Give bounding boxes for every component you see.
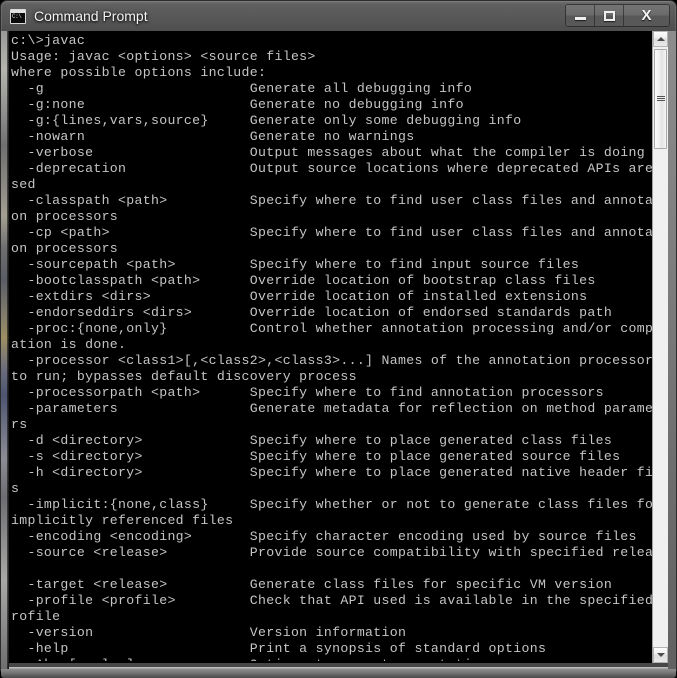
console-line: -d <directory> Specify where to place ge… <box>11 433 613 448</box>
minimize-button[interactable] <box>566 5 595 26</box>
close-icon: X <box>641 7 652 24</box>
console-line: -bootclasspath <path> Override location … <box>11 273 596 288</box>
title-bar[interactable]: C:\ Command Prompt X <box>1 1 676 31</box>
console-line: on processors <box>11 209 119 224</box>
console-line: -proc:{none,only} Control whether annota… <box>11 321 652 336</box>
console-line: -g:none Generate no debugging info <box>11 97 464 112</box>
console-line: where possible options include: <box>11 65 267 80</box>
console-line: -help Print a synopsis of standard optio… <box>11 641 547 656</box>
console-line: -processorpath <path> Specify where to f… <box>11 385 604 400</box>
chevron-down-icon <box>656 653 665 657</box>
console-client-area[interactable]: c:\>javac Usage: javac <options> <source … <box>9 31 668 663</box>
console-line: -g Generate all debugging info <box>11 81 473 96</box>
console-line: s <box>11 481 20 496</box>
console-line: -g:{lines,vars,source} Generate only som… <box>11 113 522 128</box>
console-line: c:\>javac <box>11 33 86 48</box>
console-line: -verbose Output messages about what the … <box>11 145 646 160</box>
console-line: -endorseddirs <dirs> Override location o… <box>11 305 613 320</box>
console-line: -classpath <path> Specify where to find … <box>11 193 652 208</box>
console-line: on processors <box>11 241 119 256</box>
console-output: c:\>javac Usage: javac <options> <source … <box>11 33 652 661</box>
chevron-up-icon <box>656 37 665 41</box>
console-line: Usage: javac <options> <source files> <box>11 49 316 64</box>
window-title: Command Prompt <box>34 8 148 24</box>
scrollbar-grip-icon <box>656 96 665 102</box>
console-line: -sourcepath <path> Specify where to find… <box>11 257 580 272</box>
console-line: -source <release> Provide source compati… <box>11 545 652 560</box>
window-frame-right-edge <box>668 31 676 670</box>
scroll-down-button[interactable] <box>653 647 668 663</box>
console-line: to run; bypasses default discovery proce… <box>11 369 357 384</box>
console-scrollbar[interactable] <box>652 31 668 663</box>
minimize-icon <box>574 17 586 20</box>
scrollbar-thumb[interactable] <box>654 49 667 149</box>
command-prompt-window: C:\ Command Prompt X c:\>javac Usage: jav… <box>0 0 677 678</box>
console-line: -processor <class1>[,<class2>,<class3>..… <box>11 353 652 368</box>
console-line: rofile <box>11 609 61 624</box>
console-line: -nowarn Generate no warnings <box>11 129 415 144</box>
console-line: ation is done. <box>11 337 127 352</box>
scroll-up-button[interactable] <box>653 31 668 47</box>
console-line: -h <directory> Specify where to place ge… <box>11 465 652 480</box>
console-line: implicitly referenced files <box>11 513 234 528</box>
maximize-icon <box>603 10 615 21</box>
console-line: sed <box>11 177 36 192</box>
console-line: -deprecation Output source locations whe… <box>11 161 652 176</box>
console-line: -s <directory> Specify where to place ge… <box>11 449 621 464</box>
console-line: -implicit:{none,class} Specify whether o… <box>11 497 652 512</box>
console-line: -target <release> Generate class files f… <box>11 577 613 592</box>
close-button[interactable]: X <box>624 5 669 26</box>
console-line: -parameters Generate metadata for reflec… <box>11 401 652 416</box>
console-icon: C:\ <box>10 8 26 24</box>
console-line: rs <box>11 417 28 432</box>
console-line: -cp <path> Specify where to find user cl… <box>11 225 652 240</box>
window-frame-bottom-edge <box>1 669 676 678</box>
console-icon-glyph: C:\ <box>12 12 22 20</box>
window-controls: X <box>565 4 670 27</box>
console-line: -profile <profile> Check that API used i… <box>11 593 652 608</box>
console-line: -Akey[=value] Options to pass to annotat… <box>11 657 652 661</box>
console-line: -encoding <encoding> Specify character e… <box>11 529 637 544</box>
console-line: -version Version information <box>11 625 407 640</box>
maximize-button[interactable] <box>595 5 624 26</box>
console-line: -extdirs <dirs> Override location of ins… <box>11 289 588 304</box>
